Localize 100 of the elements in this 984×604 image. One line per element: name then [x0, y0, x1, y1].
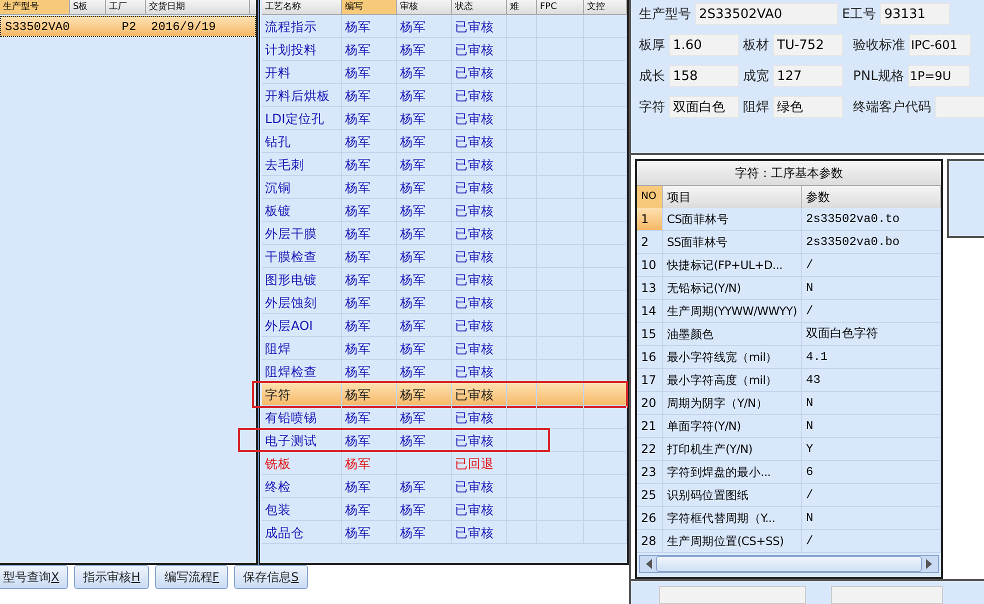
input-field[interactable]: IPC-601 [909, 34, 971, 56]
process-row[interactable]: 去毛刺 杨军 杨军 已审核 [262, 153, 627, 176]
table-cell: 去毛刺 [262, 153, 342, 176]
table-cell: 板镀 [262, 199, 342, 222]
scroll-right-icon[interactable] [926, 559, 932, 569]
column-header[interactable]: 工厂 [106, 0, 146, 14]
process-row[interactable]: 流程指示 杨军 杨军 已审核 [262, 15, 627, 38]
parameter-row[interactable]: 10 快捷标记(FP+UL+D... / [637, 254, 941, 277]
parameter-row[interactable]: 1 CS面菲林号 2s33502va0.to [637, 208, 941, 231]
process-row[interactable]: LDI定位孔 杨军 杨军 已审核 [262, 107, 627, 130]
process-row[interactable]: 电子测试 杨军 杨军 已审核 [262, 429, 627, 452]
process-row[interactable]: 阻焊 杨军 杨军 已审核 [262, 337, 627, 360]
process-row[interactable]: 有铅喷锡 杨军 杨军 已审核 [262, 406, 627, 429]
parameter-row[interactable]: 22 打印机生产(Y/N) Y [637, 438, 941, 461]
input-field[interactable] [831, 586, 943, 604]
horizontal-scrollbar[interactable] [639, 555, 939, 573]
table-cell: 杨军 [342, 291, 397, 314]
table-cell: 计划投料 [262, 38, 342, 61]
table-cell: 打印机生产(Y/N) [663, 438, 802, 461]
table-cell: 4.1 [802, 346, 941, 369]
parameter-row[interactable]: 26 字符框代替周期（Y... N [637, 507, 941, 530]
table-cell: 杨军 [342, 15, 397, 38]
row-number: 17 [637, 369, 663, 392]
field-label: 板厚 [639, 37, 665, 54]
column-header[interactable]: 生产型号 [0, 0, 70, 14]
input-field[interactable]: TU-752 [773, 34, 843, 56]
input-field[interactable]: 93131 [880, 3, 950, 25]
input-field[interactable]: 127 [773, 65, 843, 87]
parameter-row[interactable]: 28 生产周期位置(CS+SS) / [637, 530, 941, 553]
table-cell: 电子测试 [262, 429, 342, 452]
table-cell: 已审核 [452, 15, 507, 38]
parameter-row[interactable]: 20 周期为阴字（Y/N） N [637, 392, 941, 415]
row-number: 14 [637, 300, 663, 323]
input-field[interactable]: 2S33502VA0 [695, 3, 838, 25]
process-row[interactable]: 板镀 杨军 杨军 已审核 [262, 199, 627, 222]
column-header[interactable]: 状态 [452, 0, 507, 14]
parameter-row[interactable]: 16 最小字符线宽（mil） 4.1 [637, 346, 941, 369]
column-header[interactable]: 文控 [584, 0, 627, 14]
input-field[interactable]: 1P=9U [908, 65, 970, 87]
process-row[interactable]: 字符 杨军 杨军 已审核 [262, 383, 627, 406]
input-field[interactable]: 1.60 [669, 34, 739, 56]
column-header[interactable]: 参数 [802, 186, 941, 208]
process-row[interactable]: 沉铜 杨军 杨军 已审核 [262, 176, 627, 199]
table-cell: 有铅喷锡 [262, 406, 342, 429]
splitter-handle[interactable] [258, 0, 259, 565]
parameter-row[interactable]: 2 SS面菲林号 2s33502va0.bo [637, 231, 941, 254]
column-header[interactable]: 项目 [663, 186, 802, 208]
toolbar-button[interactable]: 编写流程F [155, 565, 228, 589]
process-row[interactable]: 成品仓 杨军 杨军 已审核 [262, 521, 627, 544]
table-cell: 已审核 [452, 291, 507, 314]
field-label: PNL规格 [853, 68, 904, 85]
input-field[interactable]: 绿色 [773, 96, 843, 118]
process-row[interactable]: 开料 杨军 杨军 已审核 [262, 61, 627, 84]
process-row[interactable]: 外层蚀刻 杨军 杨军 已审核 [262, 291, 627, 314]
column-header[interactable]: 编写 [342, 0, 397, 14]
parameter-row[interactable]: 21 单面字符(Y/N) N [637, 415, 941, 438]
process-row[interactable]: 外层干膜 杨军 杨军 已审核 [262, 222, 627, 245]
parameter-row[interactable]: 23 字符到焊盘的最小... 6 [637, 461, 941, 484]
model-row[interactable]: S33502VA0 P2 2016/9/19 [0, 16, 256, 37]
parameter-row[interactable]: 17 最小字符高度（mil） 43 [637, 369, 941, 392]
process-row[interactable]: 干膜检查 杨军 杨军 已审核 [262, 245, 627, 268]
input-field[interactable] [935, 96, 984, 118]
process-row[interactable]: 终检 杨军 杨军 已审核 [262, 475, 627, 498]
input-field[interactable]: 158 [669, 65, 739, 87]
table-cell: N [802, 415, 941, 438]
scroll-thumb[interactable] [656, 556, 922, 572]
parameter-row[interactable]: 14 生产周期(YYWW/WWYY) / [637, 300, 941, 323]
table-cell: 杨军 [397, 15, 452, 38]
table-cell: 已审核 [452, 406, 507, 429]
table-cell: LDI定位孔 [262, 107, 342, 130]
process-row[interactable]: 计划投料 杨军 杨军 已审核 [262, 38, 627, 61]
table-cell: 成品仓 [262, 521, 342, 544]
toolbar-button[interactable]: 保存信息S [234, 565, 308, 589]
column-header[interactable]: NO [637, 186, 663, 208]
column-header[interactable]: FPC [537, 0, 584, 14]
process-row[interactable]: 包装 杨军 杨军 已审核 [262, 498, 627, 521]
column-header[interactable]: 审核 [397, 0, 452, 14]
table-cell: 周期为阴字（Y/N） [663, 392, 802, 415]
input-field[interactable]: 双面白色 [669, 96, 739, 118]
toolbar-button[interactable]: 型号查询X [0, 565, 68, 589]
process-row[interactable]: 铣板 杨军 已回退 [262, 452, 627, 475]
row-number: 10 [637, 254, 663, 277]
column-header[interactable]: 难 [507, 0, 537, 14]
parameter-row[interactable]: 15 油墨颜色 双面白色字符 [637, 323, 941, 346]
parameter-row[interactable]: 13 无铅标记(Y/N) N [637, 277, 941, 300]
process-row[interactable]: 图形电镀 杨军 杨军 已审核 [262, 268, 627, 291]
table-cell: 已审核 [452, 314, 507, 337]
column-header[interactable]: 交货日期 [146, 0, 250, 14]
column-header[interactable]: S板 [70, 0, 106, 14]
table-cell: 已审核 [452, 38, 507, 61]
table-cell: 已审核 [452, 268, 507, 291]
parameter-row[interactable]: 25 识别码位置图纸 / [637, 484, 941, 507]
input-field[interactable] [659, 586, 806, 604]
process-row[interactable]: 钻孔 杨军 杨军 已审核 [262, 130, 627, 153]
scroll-left-icon[interactable] [646, 559, 652, 569]
process-row[interactable]: 外层AOI 杨军 杨军 已审核 [262, 314, 627, 337]
process-row[interactable]: 开料后烘板 杨军 杨军 已审核 [262, 84, 627, 107]
table-cell: 已审核 [452, 498, 507, 521]
toolbar-button[interactable]: 指示审核H [74, 565, 150, 589]
table-cell: 最小字符高度（mil） [663, 369, 802, 392]
